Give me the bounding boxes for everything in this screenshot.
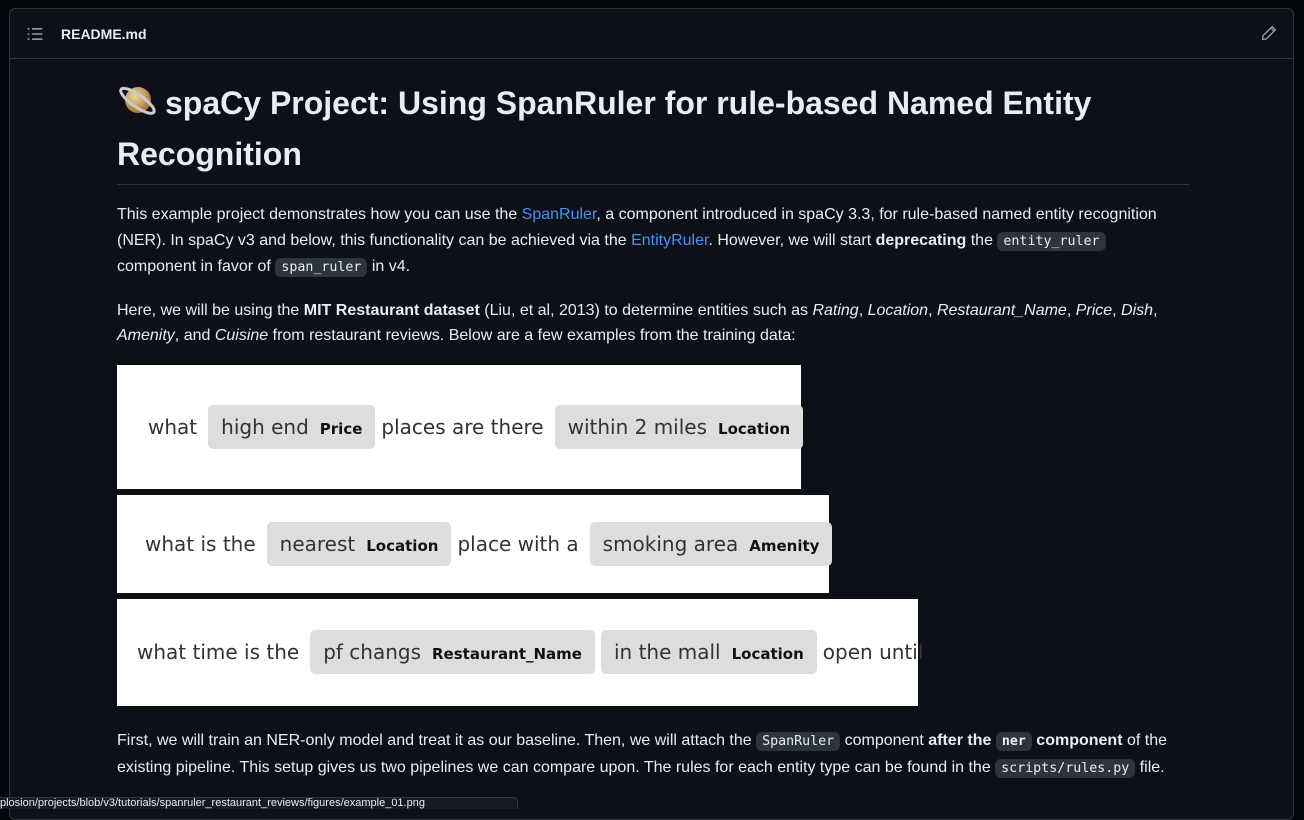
- entity-text: smoking area: [602, 531, 739, 556]
- inline-code: ner: [995, 731, 1032, 751]
- entity-span: pf changs Restaurant_Name: [310, 630, 595, 675]
- readme-panel: README.md spaCy Project: Using SpanRuler…: [9, 8, 1294, 820]
- entity-span: nearest Location: [266, 521, 452, 566]
- spanruler-link[interactable]: SpanRuler: [522, 206, 597, 223]
- text: Here, we will be using the: [117, 301, 304, 319]
- token-text: place with a: [457, 531, 579, 556]
- inline-code: SpanRuler: [756, 731, 841, 751]
- entity-label: Amenity: [749, 536, 820, 555]
- bold-text: deprecating: [875, 231, 967, 249]
- entity-label: Location: [731, 645, 804, 664]
- text: ,: [1066, 301, 1076, 319]
- text: component in favor of: [117, 258, 276, 276]
- text: ,: [1112, 301, 1122, 319]
- text: in v4.: [367, 258, 411, 276]
- entity-name: Amenity: [117, 327, 175, 345]
- planet-icon: [117, 79, 159, 132]
- token-text: what time is the: [137, 640, 300, 665]
- list-unordered-icon[interactable]: [27, 26, 43, 42]
- example-images: what high end Price places are there with…: [117, 364, 1189, 706]
- text: the: [966, 231, 998, 249]
- entity-span: smoking area Amenity: [589, 521, 833, 566]
- entity-label: Location: [718, 419, 791, 438]
- text: component: [1036, 731, 1123, 749]
- entity-text: high end: [221, 414, 309, 439]
- text: ,: [928, 301, 937, 319]
- entity-name: Rating: [812, 301, 859, 319]
- entity-text: nearest: [279, 531, 356, 556]
- inline-code: scripts/rules.py: [995, 758, 1136, 778]
- entity-name: Price: [1075, 301, 1113, 319]
- entity-text: in the mall: [613, 640, 721, 665]
- bold-text: after the ner component: [928, 731, 1123, 751]
- file-name: README.md: [61, 26, 147, 42]
- inline-code: span_ruler: [275, 258, 368, 278]
- entity-name: Restaurant_Name: [936, 301, 1067, 319]
- token-text: open until: [822, 640, 924, 665]
- readme-content: spaCy Project: Using SpanRuler for rule-…: [117, 59, 1189, 781]
- example-image-1[interactable]: what high end Price places are there with…: [117, 364, 804, 489]
- text: from restaurant reviews. Below are a few…: [268, 327, 796, 345]
- entity-name: Location: [867, 301, 929, 319]
- pipeline-paragraph: First, we will train an NER-only model a…: [117, 728, 1189, 781]
- entity-name: Cuisine: [214, 327, 269, 345]
- token-text: places are there: [381, 414, 544, 439]
- intro-paragraph: This example project demonstrates how yo…: [117, 202, 1189, 281]
- text: First, we will train an NER-only model a…: [117, 731, 757, 749]
- text: . However, we will start: [708, 231, 876, 249]
- entity-span: in the mall Location: [600, 630, 817, 675]
- token-text: what is the: [145, 531, 256, 556]
- bold-text: MIT Restaurant dataset: [303, 301, 480, 319]
- text: This example project demonstrates how yo…: [117, 206, 522, 223]
- pencil-icon[interactable]: [1261, 25, 1277, 41]
- entity-label: Restaurant_Name: [432, 645, 582, 664]
- entity-label: Price: [319, 419, 363, 438]
- text: ,: [858, 301, 868, 319]
- entity-label: Location: [366, 536, 439, 555]
- dataset-paragraph: Here, we will be using the MIT Restauran…: [117, 298, 1189, 349]
- entity-text: pf changs: [323, 640, 421, 665]
- text: ,: [1153, 301, 1158, 319]
- page-title: spaCy Project: Using SpanRuler for rule-…: [117, 79, 1189, 185]
- text: , and: [174, 327, 215, 345]
- inline-code: entity_ruler: [997, 231, 1106, 251]
- text: (Liu, et al, 2013) to determine entities…: [479, 301, 813, 319]
- title-text: spaCy Project: Using SpanRuler for rule-…: [117, 85, 1092, 172]
- entity-span: within 2 miles Location: [554, 404, 804, 449]
- entityruler-link[interactable]: EntityRuler: [631, 232, 708, 249]
- token-text: what: [148, 414, 198, 439]
- example-image-2[interactable]: what is the nearest Location place with a…: [117, 494, 833, 593]
- text: file.: [1135, 758, 1165, 776]
- entity-text: within 2 miles: [567, 414, 708, 439]
- example-image-3[interactable]: what time is the pf changs Restaurant_Nam…: [117, 598, 923, 706]
- text: component: [840, 731, 929, 749]
- readme-header: README.md: [10, 9, 1293, 59]
- text: after the: [928, 731, 996, 749]
- link-status-bar: plosion/projects/blob/v3/tutorials/spanr…: [0, 797, 518, 809]
- entity-name: Dish: [1121, 301, 1154, 319]
- entity-span: high end Price: [208, 404, 376, 449]
